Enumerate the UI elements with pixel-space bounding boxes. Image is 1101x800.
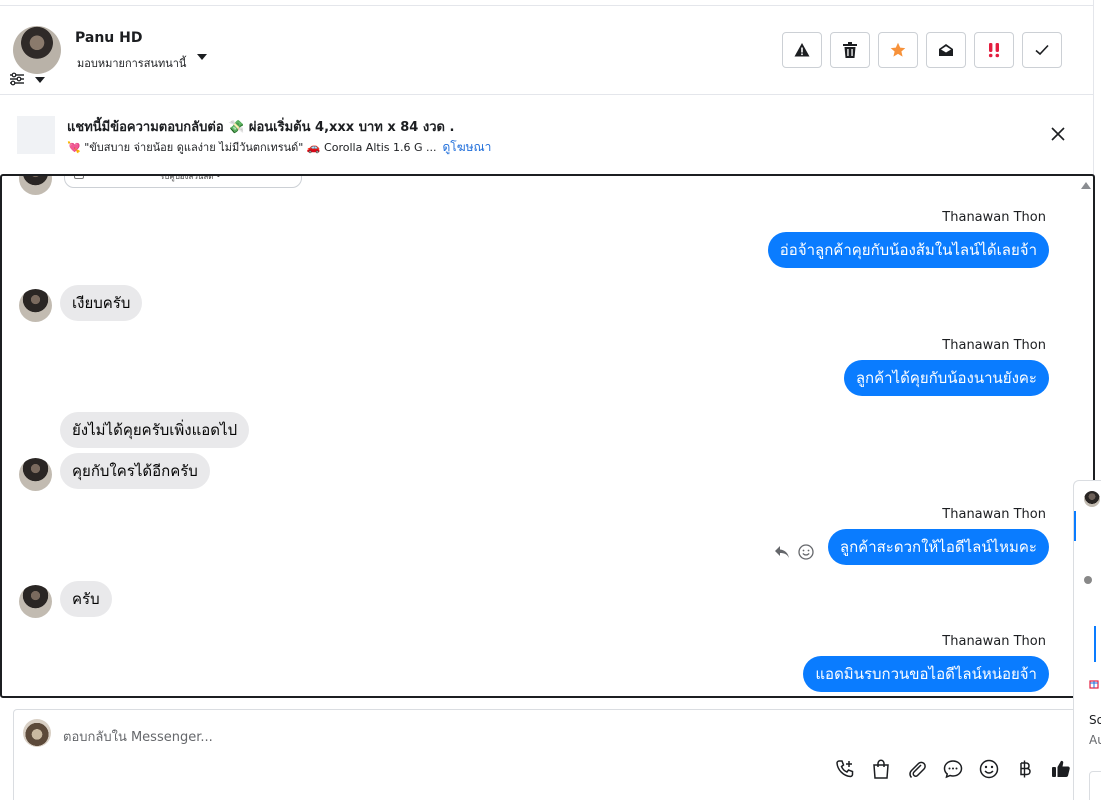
emoji-icon bbox=[979, 759, 999, 779]
chevron-down-icon[interactable] bbox=[197, 54, 207, 60]
side-panel-text: Au bbox=[1089, 733, 1101, 747]
avatar bbox=[1084, 491, 1100, 507]
outgoing-message[interactable]: อ่อจ้าลูกค้าคุยกับน้องส้มในไลน์ได้เลยจ้า bbox=[767, 232, 1049, 268]
shop-button[interactable] bbox=[870, 758, 892, 780]
panel-accent bbox=[1074, 511, 1076, 541]
outgoing-message[interactable]: ลูกค้าสะดวกให้ไอดีไลน์ไหมคะ bbox=[827, 529, 1049, 565]
attach-button[interactable] bbox=[906, 758, 928, 780]
avatar bbox=[19, 176, 52, 195]
chevron-down-icon[interactable] bbox=[35, 77, 45, 83]
reply-composer: ตอบกลับใน Messenger... bbox=[13, 709, 1083, 800]
message-sender: Thanawan Thon bbox=[942, 507, 1046, 522]
avatar bbox=[19, 585, 52, 618]
side-panel-card bbox=[1089, 771, 1101, 800]
message-thread[interactable]: รับคูปองส่วนลด • Thanawan Thon อ่อจ้าลูก… bbox=[0, 174, 1095, 698]
report-spam-button[interactable] bbox=[782, 32, 822, 68]
emoji-react-icon[interactable] bbox=[798, 544, 814, 560]
outgoing-message[interactable]: ลูกค้าได้คุยกับน้องนานยังคะ bbox=[843, 360, 1049, 396]
baht-icon bbox=[1020, 760, 1031, 778]
reply-icon[interactable] bbox=[774, 545, 790, 559]
contact-avatar[interactable] bbox=[13, 26, 61, 74]
avatar bbox=[19, 289, 52, 322]
mark-unread-button[interactable] bbox=[926, 32, 966, 68]
previous-card-text: รับคูปองส่วนลด • bbox=[160, 174, 221, 181]
message-sender: Thanawan Thon bbox=[942, 634, 1046, 649]
message-sender: Thanawan Thon bbox=[942, 210, 1046, 225]
page-avatar bbox=[23, 719, 51, 747]
ad-description: 💘 "ขับสบาย จ่ายน้อย ดูแลง่าย ไม่มีวันตกเ… bbox=[67, 141, 437, 154]
incoming-message[interactable]: ยังไม่ได้คุยครับเพิ่งแอดไป bbox=[60, 412, 250, 448]
emoji-button[interactable] bbox=[978, 758, 1000, 780]
envelope-open-icon bbox=[939, 44, 953, 56]
side-panel-peek[interactable]: So Au bbox=[1073, 480, 1101, 800]
composer-toolbar bbox=[834, 758, 1072, 780]
avatar bbox=[19, 458, 52, 491]
outgoing-message[interactable]: แอดมินรบกวนขอไอดีไลน์หน่อยจ้า bbox=[803, 656, 1049, 692]
ad-subtitle: 💘 "ขับสบาย จ่ายน้อย ดูแลง่าย ไม่มีวันตกเ… bbox=[67, 138, 491, 157]
previous-card-message[interactable]: รับคูปองส่วนลด • bbox=[64, 174, 302, 188]
shopping-bag-icon bbox=[873, 759, 889, 779]
check-icon bbox=[1035, 44, 1049, 56]
coupon-icon bbox=[74, 176, 84, 179]
side-panel-text: So bbox=[1089, 713, 1101, 727]
paperclip-icon bbox=[909, 761, 926, 779]
like-button[interactable] bbox=[1050, 758, 1072, 780]
reply-input[interactable]: ตอบกลับใน Messenger... bbox=[63, 726, 213, 747]
gift-icon bbox=[1089, 680, 1099, 689]
saved-replies-button[interactable] bbox=[942, 758, 964, 780]
avatar bbox=[1084, 576, 1092, 584]
assign-conversation-label[interactable]: มอบหมายการสนทนานี้ bbox=[77, 54, 186, 72]
message-sender: Thanawan Thon bbox=[942, 338, 1046, 353]
ad-title: แชทนี้มีข้อความตอบกลับต่อ 💸 ผ่อนเริ่มต้น… bbox=[67, 120, 455, 135]
message-tools bbox=[774, 544, 814, 560]
star-icon bbox=[890, 42, 906, 57]
warning-icon bbox=[794, 43, 810, 57]
incoming-message[interactable]: เงียบครับ bbox=[60, 285, 143, 321]
ad-context-banner: แชทนี้มีข้อความตอบกลับต่อ 💸 ผ่อนเริ่มต้น… bbox=[0, 96, 1094, 166]
conversation-header: Panu HD มอบหมายการสนทนานี้ bbox=[0, 6, 1094, 95]
phone-plus-icon bbox=[836, 760, 854, 778]
delete-button[interactable] bbox=[830, 32, 870, 68]
star-button[interactable] bbox=[878, 32, 918, 68]
thumbs-up-icon bbox=[1052, 760, 1070, 777]
incoming-message[interactable]: คุยกับใครได้อีกครับ bbox=[60, 453, 210, 489]
chat-bubble-icon bbox=[943, 760, 963, 779]
view-ad-link[interactable]: ดูโฆษณา bbox=[442, 140, 491, 154]
incoming-message[interactable]: ครับ bbox=[60, 581, 112, 617]
follow-up-button[interactable] bbox=[974, 32, 1014, 68]
ad-thumbnail[interactable] bbox=[17, 116, 55, 154]
trash-icon bbox=[843, 42, 857, 58]
scroll-up-arrow-icon[interactable] bbox=[1081, 182, 1091, 189]
call-button[interactable] bbox=[834, 758, 856, 780]
done-button[interactable] bbox=[1022, 32, 1062, 68]
close-icon[interactable] bbox=[1050, 126, 1066, 142]
double-exclamation-icon bbox=[988, 43, 1000, 58]
conversation-actions bbox=[782, 32, 1062, 68]
panel-accent bbox=[1094, 626, 1096, 662]
filter-sliders-icon[interactable] bbox=[9, 72, 25, 86]
payment-button[interactable] bbox=[1014, 758, 1036, 780]
contact-name[interactable]: Panu HD bbox=[75, 30, 142, 46]
